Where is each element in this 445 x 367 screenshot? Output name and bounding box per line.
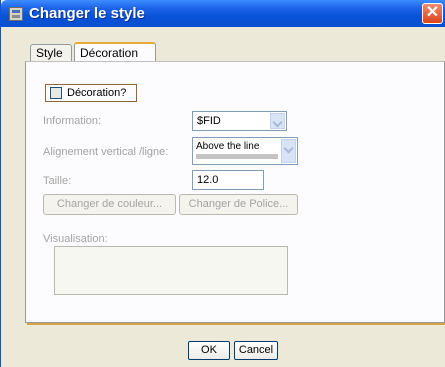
alignment-select[interactable]: Above the line [192,137,298,165]
size-value: 12.0 [197,174,219,186]
title-bar[interactable]: Changer le style ✕ [1,0,445,27]
chevron-down-icon[interactable] [270,113,285,129]
information-value: $FID [197,115,221,127]
alignment-value: Above the line [196,141,260,152]
close-button[interactable]: ✕ [422,3,443,24]
panel-bottom-border [27,323,445,325]
size-label: Taille: [43,175,72,187]
change-font-button[interactable]: Changer de Police... [179,194,298,215]
size-input[interactable]: 12.0 [192,170,264,190]
tab-decoration[interactable]: Décoration [74,42,156,62]
preview-label: Visualisation: [43,233,108,245]
preview-box [54,246,288,295]
window-title: Changer le style [29,5,145,22]
alignment-label: Alignement vertical /ligne: [43,146,169,158]
decoration-checkbox[interactable] [50,87,62,99]
decoration-toggle[interactable]: Décoration? [45,84,137,102]
app-icon [9,7,23,21]
information-label: Information: [43,115,102,127]
dialog-window: Changer le style ✕ Style Décoration Déco… [0,0,445,367]
cancel-button[interactable]: Cancel [234,341,278,360]
information-select[interactable]: $FID [192,111,287,131]
change-color-button[interactable]: Changer de couleur... [43,194,176,215]
ok-button[interactable]: OK [188,341,230,360]
alignment-line-preview [196,154,278,159]
decoration-checkbox-label: Décoration? [67,87,127,99]
close-icon: ✕ [425,4,440,21]
tab-style[interactable]: Style [30,44,72,62]
chevron-down-icon[interactable] [281,139,296,163]
